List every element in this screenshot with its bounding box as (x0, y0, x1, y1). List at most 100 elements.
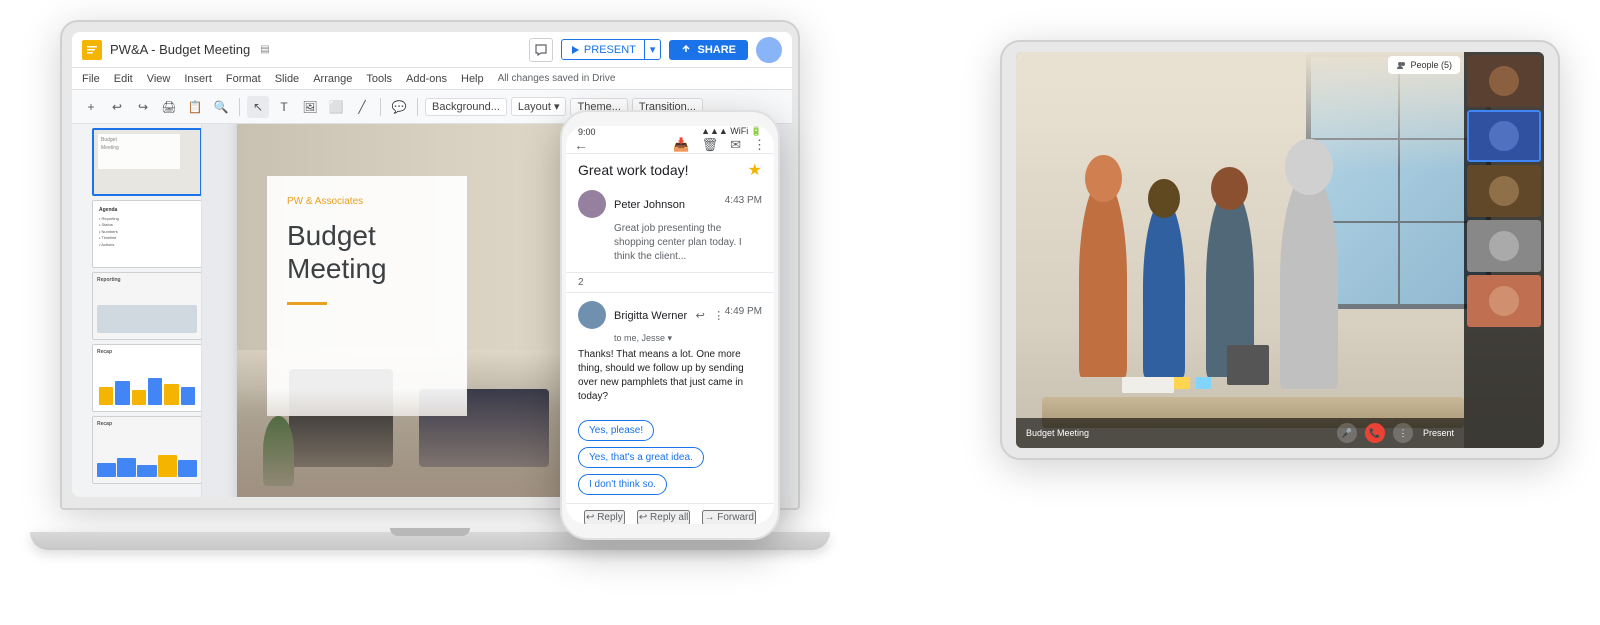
present-button[interactable]: PRESENT ▾ (561, 39, 662, 60)
slides-title: PW&A - Budget Meeting (110, 42, 250, 57)
toolbar-shape[interactable]: ⬜ (325, 96, 347, 118)
menu-addons[interactable]: Add-ons (406, 73, 447, 85)
slides-logo-icon (82, 40, 102, 60)
toolbar-print[interactable]: 🖨 (158, 96, 180, 118)
toolbar-add[interactable]: + (80, 96, 102, 118)
toolbar-text[interactable]: T (273, 96, 295, 118)
message-1-meta: Peter Johnson 4:43 PM (614, 195, 762, 213)
star-icon[interactable]: ★ (748, 160, 762, 180)
phone-time: 9:00 (578, 127, 596, 137)
phone-email-ui: 9:00 ▲▲▲ WiFi 🔋 ← 📥 🗑 ✉ ⋮ Great wo (566, 126, 774, 524)
slide-thumb-3[interactable]: 3 Reporting (76, 272, 197, 340)
reply-all-button[interactable]: ↩ Reply all (637, 510, 691, 524)
chat-icon[interactable] (529, 38, 553, 62)
toolbar-sep1 (239, 98, 240, 116)
message-1-body: Great job presenting the shopping center… (578, 222, 762, 264)
header-icons: ▤ (260, 44, 269, 55)
toolbar-zoom[interactable]: 🔍 (210, 96, 232, 118)
toolbar-select[interactable]: ↖ (247, 96, 269, 118)
slide-thumb-1[interactable]: 1 Budget Meeting (76, 128, 197, 196)
present-dropdown-button[interactable]: ▾ (644, 40, 661, 59)
slide-img-1: Budget Meeting (92, 128, 202, 196)
video-thumb-2[interactable] (1467, 110, 1541, 162)
menu-format[interactable]: Format (226, 73, 261, 85)
share-label: SHARE (697, 44, 736, 56)
menu-arrange[interactable]: Arrange (313, 73, 352, 85)
toolbar-paint[interactable]: 📋 (184, 96, 206, 118)
laptop-notch (390, 528, 470, 536)
phone-email-toolbar: ← 📥 🗑 ✉ ⋮ (566, 137, 774, 154)
sender-1-name: Peter Johnson (614, 199, 685, 211)
email-message-1: Peter Johnson 4:43 PM Great job presenti… (566, 182, 774, 273)
video-sidebar (1464, 52, 1544, 448)
video-thumb-4[interactable] (1467, 220, 1541, 272)
slide-heading: Budget Meeting (287, 219, 447, 286)
scene: PW&A - Budget Meeting ▤ (0, 0, 1600, 625)
toolbar-sep3 (417, 98, 418, 116)
menu-slide[interactable]: Slide (275, 73, 299, 85)
menu-edit[interactable]: Edit (114, 73, 133, 85)
smart-reply-2[interactable]: Yes, that's a great idea. (578, 447, 704, 468)
toolbar-background[interactable]: Background... (425, 98, 507, 116)
reply-button[interactable]: ↩ Reply (584, 510, 625, 524)
present-main-button[interactable]: PRESENT (562, 41, 644, 59)
slide-img-5: Recap (92, 416, 202, 484)
menu-help[interactable]: Help (461, 73, 484, 85)
phone-status-bar: 9:00 ▲▲▲ WiFi 🔋 (566, 126, 774, 137)
mic-button[interactable]: 🎤 (1337, 423, 1357, 443)
back-icon[interactable]: ← (574, 137, 588, 153)
message-2-to: to me, Jesse ▾ (578, 333, 762, 344)
message-2-header: Brigitta Werner 4:49 PM ↩ ⋮ (578, 301, 762, 329)
toolbar-sep2 (380, 98, 381, 116)
menu-insert[interactable]: Insert (184, 73, 212, 85)
toolbar-image[interactable]: 🖼 (299, 96, 321, 118)
video-thumb-5[interactable] (1467, 275, 1541, 327)
phone-body: 9:00 ▲▲▲ WiFi 🔋 ← 📥 🗑 ✉ ⋮ Great wo (560, 110, 780, 540)
slide-thumb-2[interactable]: 2 Agenda • Reporting • Status • Numbers (76, 200, 197, 268)
more-icon[interactable]: ⋮ (753, 137, 766, 153)
video-controls: 🎤 📞 ⋮ (1337, 423, 1413, 443)
toolbar-undo[interactable]: ↩ (106, 96, 128, 118)
tablet-screen: People (5) (1016, 52, 1544, 448)
menu-tools[interactable]: Tools (366, 73, 392, 85)
slides-header-right: PRESENT ▾ SHARE (529, 37, 782, 63)
slide-thumb-5[interactable]: 5 Recap (76, 416, 197, 484)
slide-company: PW & Associates (287, 196, 447, 207)
sender-2-name: Brigitta Werner (614, 310, 687, 322)
slide-text-box: PW & Associates Budget Meeting (267, 176, 467, 416)
menu-file[interactable]: File (82, 73, 100, 85)
end-call-button[interactable]: 📞 (1365, 423, 1385, 443)
more-options-button[interactable]: ⋮ (1393, 423, 1413, 443)
menu-view[interactable]: View (147, 73, 171, 85)
people-count: People (5) (1410, 60, 1452, 70)
sender-2-avatar (578, 301, 606, 329)
message-2-time: 4:49 PM (725, 306, 762, 317)
toolbar-layout[interactable]: Layout ▾ (511, 97, 567, 116)
video-thumb-1[interactable] (1467, 55, 1541, 107)
delete-icon[interactable]: 🗑 (702, 137, 719, 153)
smart-reply-1[interactable]: Yes, please! (578, 420, 654, 441)
toolbar-line[interactable]: ╱ (351, 96, 373, 118)
email-icon[interactable]: ✉ (730, 137, 741, 153)
message-2-meta: Brigitta Werner 4:49 PM ↩ ⋮ (614, 306, 762, 324)
user-avatar[interactable] (756, 37, 782, 63)
video-thumb-3[interactable] (1467, 165, 1541, 217)
save-status: All changes saved in Drive (498, 73, 616, 84)
email-footer: ↩ Reply ↩ Reply all → Forward (566, 503, 774, 524)
message-1-header: Peter Johnson 4:43 PM (578, 190, 762, 218)
email-subject: Great work today! (578, 162, 748, 178)
slide-img-4: Recap (92, 344, 202, 412)
archive-icon[interactable]: 📥 (673, 137, 689, 153)
tablet-body: People (5) (1000, 40, 1560, 460)
toolbar-redo[interactable]: ↪ (132, 96, 154, 118)
slides-header: PW&A - Budget Meeting ▤ (72, 32, 792, 68)
slides-menu: File Edit View Insert Format Slide Arran… (72, 68, 792, 90)
people-panel[interactable]: People (5) (1388, 56, 1460, 74)
slide-thumb-4[interactable]: 4 Recap (76, 344, 197, 412)
forward-button[interactable]: → Forward (702, 510, 755, 524)
share-button[interactable]: SHARE (669, 40, 748, 60)
toolbar-comment[interactable]: 💬 (388, 96, 410, 118)
smart-reply-3[interactable]: I don't think so. (578, 474, 667, 495)
sender-1-avatar (578, 190, 606, 218)
more-icon-small[interactable]: ⋮ (713, 310, 724, 322)
